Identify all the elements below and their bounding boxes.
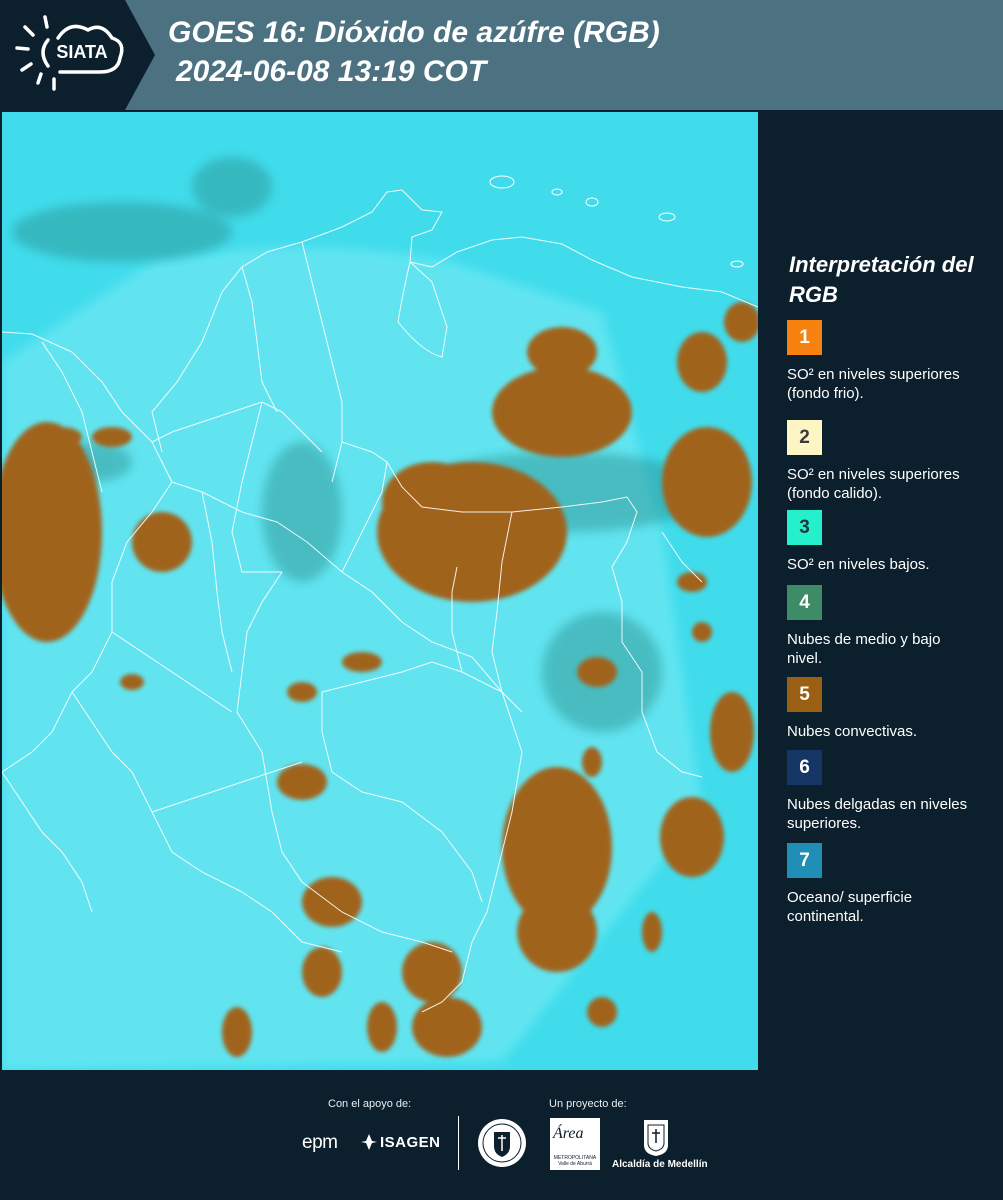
area-logo-text: Área xyxy=(553,1125,584,1142)
footer-divider xyxy=(458,1116,459,1170)
legend-label: SO² en niveles bajos. xyxy=(787,556,930,573)
legend-item-7: 7 Oceano/ superficie continental. xyxy=(787,843,987,926)
legend-panel: Interpretación del RGB 1 SO² en niveles … xyxy=(760,110,1003,1070)
medellin-seal-icon xyxy=(478,1119,526,1167)
legend-number: 3 xyxy=(799,516,810,538)
alcaldia-shield-icon xyxy=(644,1120,668,1156)
legend-number: 2 xyxy=(799,426,810,448)
legend-item-3: 3 SO² en niveles bajos. xyxy=(787,510,987,574)
legend-number: 5 xyxy=(799,683,810,705)
legend-swatch-1: 1 xyxy=(787,320,822,355)
support-label: Con el apoyo de: xyxy=(328,1098,412,1110)
siata-logo-text: SIATA xyxy=(56,42,108,62)
legend-label: SO² en niveles superiores (fondo calido)… xyxy=(787,466,960,502)
alcaldia-logo-text: Alcaldía de Medellín xyxy=(612,1159,708,1170)
project-label: Un proyecto de: xyxy=(549,1098,627,1110)
legend-number: 4 xyxy=(799,591,810,613)
legend-swatch-6: 6 xyxy=(787,750,822,785)
legend-swatch-2: 2 xyxy=(787,420,822,455)
isagen-logo: ISAGEN xyxy=(380,1134,441,1151)
legend-title: Interpretación del RGB xyxy=(789,252,974,307)
epm-logo: epm xyxy=(302,1132,338,1153)
legend-label: Nubes convectivas. xyxy=(787,723,918,740)
legend-label: Oceano/ superficie continental. xyxy=(787,889,913,925)
satellite-map[interactable] xyxy=(2,112,758,1070)
legend-number: 7 xyxy=(799,849,810,871)
isagen-icon xyxy=(361,1134,377,1150)
legend-item-5: 5 Nubes convectivas. xyxy=(787,677,987,741)
legend-item-1: 1 SO² en niveles superiores (fondo frio)… xyxy=(787,320,987,403)
page-title: GOES 16: Dióxido de azúfre (RGB) xyxy=(168,16,660,49)
siata-logo: SIATA xyxy=(0,0,155,110)
legend-label: SO² en niveles superiores (fondo frio). xyxy=(787,366,960,402)
footer: Con el apoyo de: Un proyecto de: epm ISA… xyxy=(0,1070,1003,1200)
legend-label: Nubes de medio y bajo nivel. xyxy=(787,631,941,667)
page-subtitle-timestamp: 2024-06-08 13:19 COT xyxy=(176,55,487,88)
legend-label: Nubes delgadas en niveles superiores. xyxy=(787,796,968,832)
legend-number: 1 xyxy=(799,326,810,348)
area-logo-subtext: METROPOLITANA Valle de Aburrá xyxy=(553,1155,597,1167)
header-bar: SIATA GOES 16: Dióxido de azúfre (RGB) 2… xyxy=(0,0,1003,110)
legend-swatch-7: 7 xyxy=(787,843,822,878)
legend-item-2: 2 SO² en niveles superiores (fondo calid… xyxy=(787,420,987,503)
legend-number: 6 xyxy=(799,756,810,778)
legend-swatch-5: 5 xyxy=(787,677,822,712)
legend-swatch-3: 3 xyxy=(787,510,822,545)
legend-swatch-4: 4 xyxy=(787,585,822,620)
legend-item-6: 6 Nubes delgadas en niveles superiores. xyxy=(787,750,987,833)
legend-item-4: 4 Nubes de medio y bajo nivel. xyxy=(787,585,987,668)
